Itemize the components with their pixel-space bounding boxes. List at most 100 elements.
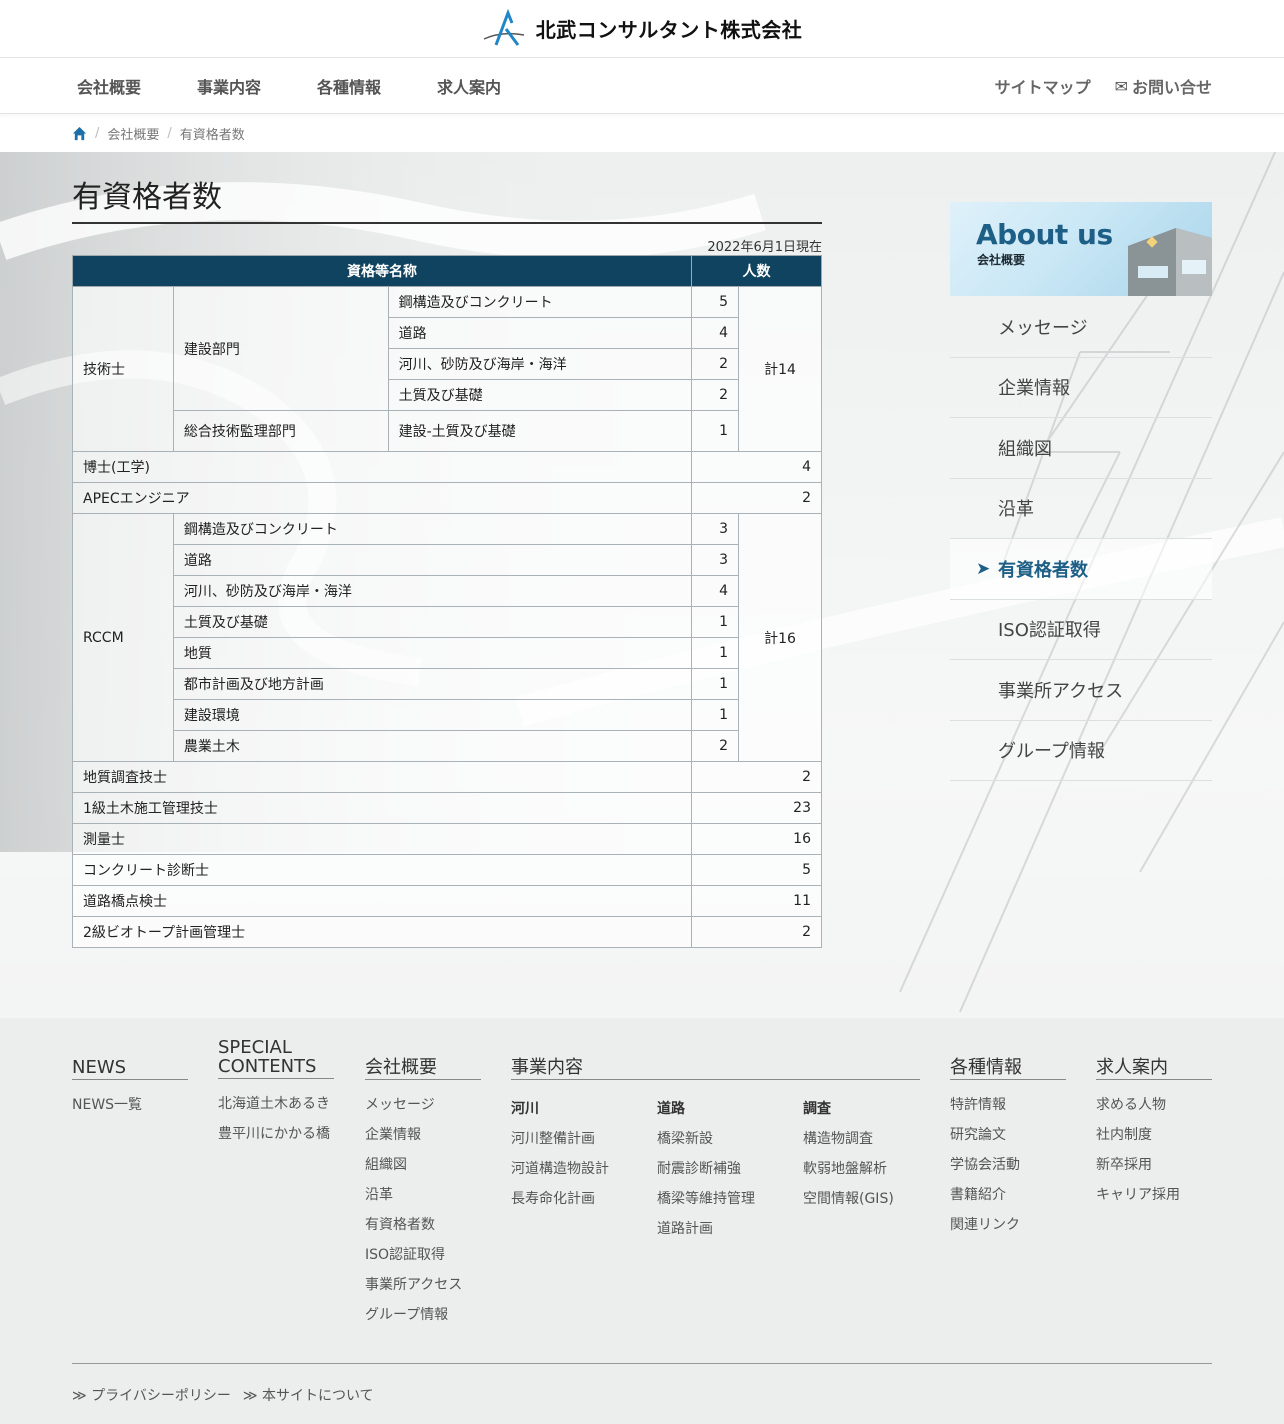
cell-count: 4 [691,451,822,483]
cell-name: 地質 [172,637,693,669]
footer-link[interactable]: 組織図 [365,1154,481,1173]
table-row: 建設環境 1 [73,699,822,731]
nav-business[interactable]: 事業内容 [197,74,261,98]
footer-link[interactable]: 新卒採用 [1096,1154,1212,1173]
footer-link[interactable]: 軟弱地盤解析 [803,1158,920,1177]
cell-count: 4 [691,575,740,607]
breadcrumb-current: 有資格者数 [179,127,245,143]
sidebar-item-qualifications[interactable]: ➤ 有資格者数 [950,539,1212,600]
privacy-policy-link[interactable]: ≫ プライバシーポリシー [72,1385,231,1405]
cell-count: 3 [691,544,740,576]
about-site-link[interactable]: ≫ 本サイトについて [243,1385,374,1405]
cell-name: 2級ビオトープ計画管理士 [71,916,693,948]
company-logo-icon[interactable] [482,8,526,49]
sidebar-item-label: ISO認証取得 [998,620,1101,642]
cell-count: 1 [691,637,740,669]
breadcrumb-separator: / [95,125,100,141]
breadcrumb-company[interactable]: 会社概要 [107,124,159,143]
nav-info[interactable]: 各種情報 [317,74,381,98]
cell-count: 16 [691,823,822,855]
footer-heading: 事業内容 [511,1058,920,1080]
sidebar-item-label: グループ情報 [998,741,1105,763]
header-count: 人数 [691,255,822,287]
footer-link[interactable]: 耐震診断補強 [657,1158,797,1177]
engineer-dept-management: 総合技術監理部門 [172,410,389,452]
footer-heading: 各種情報 [950,1058,1066,1080]
footer-link[interactable]: 道路計画 [657,1218,797,1237]
cell-name: 道路橋点検士 [71,885,693,917]
footer-link[interactable]: 書籍紹介 [950,1184,1066,1203]
sidebar-item-history[interactable]: 沿革 [950,479,1212,539]
table-row: 農業土木 2 [73,730,822,762]
cell-name: 測量士 [71,823,693,855]
home-icon[interactable] [72,126,87,141]
footer-link[interactable]: 空間情報(GIS) [803,1188,920,1207]
header-qualification: 資格等名称 [71,255,693,287]
footer-link[interactable]: 長寿命化計画 [511,1188,651,1207]
footer-link[interactable]: NEWS一覧 [72,1094,188,1113]
footer-link[interactable]: グループ情報 [365,1304,481,1323]
company-name[interactable]: 北武コンサルタント株式会社 [536,14,803,43]
footer-info: 各種情報 特許情報 研究論文 学協会活動 書籍紹介 関連リンク [950,1058,1066,1233]
table-row: 1級土木施工管理技士 23 [71,792,822,824]
footer-link[interactable]: メッセージ [365,1094,481,1113]
sidebar-item-message[interactable]: メッセージ [950,297,1212,358]
cell-name: 土質及び基礎 [387,379,693,411]
cell-count: 11 [691,885,822,917]
footer-link[interactable]: 豊平川にかかる橋 [218,1123,334,1142]
site-header: 北武コンサルタント株式会社 [0,0,1284,58]
footer-link[interactable]: キャリア採用 [1096,1184,1212,1203]
sidebar-item-org-chart[interactable]: 組織図 [950,418,1212,479]
footer-bottom-links: ≫ プライバシーポリシー ≫ 本サイトについて [72,1385,374,1405]
footer-link[interactable]: 河川整備計画 [511,1128,651,1147]
cell-name: 建設-土質及び基礎 [387,410,693,452]
sidebar-item-label: 事業所アクセス [998,680,1124,702]
main-nav: 会社概要 事業内容 各種情報 求人案内 サイトマップ ✉ お問い合せ [0,58,1284,114]
sidebar-item-label: メッセージ [998,317,1088,339]
cell-name: 道路 [387,317,693,349]
footer-link[interactable]: 社内制度 [1096,1124,1212,1143]
footer-special: SPECIAL CONTENTS 北海道土木あるき 豊平川にかかる橋 [218,1038,334,1142]
footer-link[interactable]: 研究論文 [950,1124,1066,1143]
footer-link[interactable]: 有資格者数 [365,1214,481,1233]
sidebar-item-label: 有資格者数 [998,559,1088,581]
footer-link[interactable]: 求める人物 [1096,1094,1212,1113]
table-row: 地質 1 [73,637,822,669]
footer-link[interactable]: 北海道土木あるき [218,1093,334,1112]
footer-subheading: 道路 [657,1101,685,1117]
footer-subheading: 河川 [511,1101,539,1117]
nav-contact[interactable]: ✉ お問い合せ [1115,74,1212,98]
sidebar-item-group-info[interactable]: グループ情報 [950,721,1212,781]
footer-link[interactable]: 橋梁等維持管理 [657,1188,797,1207]
footer-business-survey: 調査 構造物調査 軟弱地盤解析 空間情報(GIS) [803,1086,920,1207]
cell-count: 2 [691,730,740,762]
footer-link[interactable]: ISO認証取得 [365,1244,481,1263]
mail-icon: ✉ [1114,76,1128,96]
cell-count: 2 [691,482,822,514]
footer-link[interactable]: 特許情報 [950,1094,1066,1113]
about-banner-subtitle: 会社概要 [977,253,1026,267]
qualifications-table: 資格等名称 人数 技術士 建設部門 鋼構造及びコンクリート 5 計14 道路 4… [71,255,822,948]
nav-sitemap[interactable]: サイトマップ [995,74,1091,98]
footer-link[interactable]: 事業所アクセス [365,1274,481,1293]
nav-company[interactable]: 会社概要 [77,74,141,98]
table-header-row: 資格等名称 人数 [71,255,822,287]
table-row: 総合技術監理部門 建設-土質及び基礎 1 [73,410,822,452]
footer-link[interactable]: 構造物調査 [803,1128,920,1147]
footer-link[interactable]: 企業情報 [365,1124,481,1143]
sidebar-item-company-info[interactable]: 企業情報 [950,358,1212,418]
footer-link[interactable]: 河道構造物設計 [511,1158,651,1177]
footer-link[interactable]: 橋梁新設 [657,1128,797,1147]
sidebar-item-office-access[interactable]: 事業所アクセス [950,660,1212,721]
page-title: 有資格者数 [72,172,822,224]
cell-count: 1 [691,606,740,638]
footer-link[interactable]: 学協会活動 [950,1154,1066,1173]
footer-link[interactable]: 関連リンク [950,1214,1066,1233]
footer-link[interactable]: 沿革 [365,1184,481,1203]
sidebar-item-iso[interactable]: ISO認証取得 [950,600,1212,660]
about-us-banner[interactable]: About us 会社概要 [950,202,1212,296]
nav-recruit[interactable]: 求人案内 [437,74,501,98]
sidebar-menu: メッセージ 企業情報 組織図 沿革 ➤ 有資格者数 ISO認証取得 事業所アクセス… [950,297,1212,781]
cell-count: 2 [691,916,822,948]
cell-name: 鋼構造及びコンクリート [172,513,693,545]
